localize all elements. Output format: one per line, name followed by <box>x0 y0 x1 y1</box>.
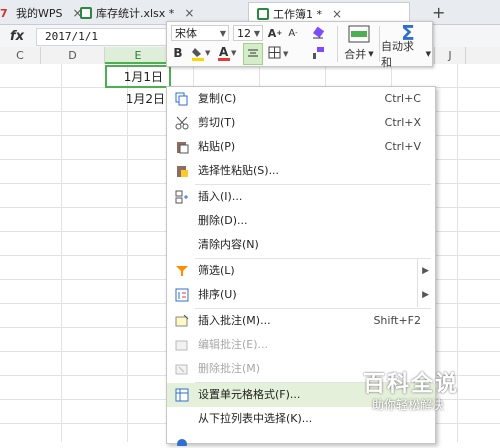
tab-my-wps[interactable]: 7 我的WPS × <box>0 2 83 24</box>
column-header-d[interactable]: D <box>41 47 105 64</box>
tab-label: 我的WPS <box>16 7 63 20</box>
watermark-subtitle: 助你轻松解决 <box>372 398 445 412</box>
svg-text:▼: ▼ <box>205 49 211 57</box>
autosum-label: 自动求和 <box>381 40 414 69</box>
tab-label: 库存统计.xlsx * <box>96 7 175 20</box>
menu-label: 插入批注(M)... <box>198 314 271 327</box>
decrease-font-icon[interactable]: A- <box>285 25 301 41</box>
merge-label: 合并 <box>344 48 367 61</box>
watermark-title: 百科全说 <box>363 372 460 397</box>
menu-label: 清除内容(N) <box>198 238 259 251</box>
column-header-c[interactable]: C <box>0 47 41 64</box>
format-painter-icon[interactable] <box>309 45 327 61</box>
add-tab-button[interactable]: + <box>432 3 445 22</box>
menu-item-sort[interactable]: 排序(U) ▶ <box>167 283 435 307</box>
chevron-down-icon: ▼ <box>219 29 226 38</box>
font-name-select[interactable]: 宋体 ▼ <box>171 25 229 41</box>
font-size-select[interactable]: 12 ▼ <box>233 25 263 41</box>
menu-item-partial[interactable] <box>167 431 435 446</box>
menu-label: 筛选(L) <box>198 264 235 277</box>
insert-cells-icon <box>175 190 189 204</box>
toolbar-divider <box>337 26 338 62</box>
column-header-e[interactable]: E <box>105 47 172 64</box>
merge-cells-icon[interactable] <box>343 24 375 44</box>
chevron-down-icon: ▼ <box>253 29 260 38</box>
menu-label: 粘贴(P) <box>198 140 236 153</box>
link-icon <box>175 434 189 448</box>
menu-item-edit-comment: 编辑批注(E)... <box>167 333 435 357</box>
svg-text:▼: ▼ <box>283 50 289 58</box>
format-cells-icon <box>175 388 189 402</box>
menu-shortcut: Shift+F2 <box>373 314 421 327</box>
font-name-value: 宋体 <box>175 27 197 40</box>
menu-shortcut: Ctrl+V <box>384 140 421 153</box>
menu-shortcut: Ctrl+C <box>384 92 421 105</box>
menu-label: 删除批注(M) <box>198 362 261 375</box>
menu-item-insert[interactable]: 插入(I)... <box>167 185 435 209</box>
menu-item-filter[interactable]: 筛选(L) ▶ <box>167 259 435 283</box>
close-icon[interactable]: × <box>184 6 194 20</box>
column-header-j[interactable]: J <box>434 47 466 64</box>
wps-logo-icon: 7 <box>0 7 8 20</box>
menu-label: 剪切(T) <box>198 116 236 129</box>
chevron-down-icon: ▼ <box>368 50 374 58</box>
comment-delete-icon <box>175 362 189 376</box>
menu-item-clear[interactable]: 清除内容(N) <box>167 233 435 257</box>
comment-edit-icon <box>175 338 189 352</box>
autosum-button[interactable]: 自动求和 ▼ <box>381 40 431 69</box>
menu-shortcut: Ctrl+X <box>384 116 421 129</box>
menu-item-copy[interactable]: 复制(C) Ctrl+C <box>167 87 435 111</box>
scissors-icon <box>175 116 189 130</box>
clear-format-icon[interactable] <box>309 25 327 41</box>
filter-icon <box>175 264 189 278</box>
menu-label: 从下拉列表中选择(K)... <box>198 412 313 425</box>
cell-e1[interactable]: 1月1日 <box>105 65 171 88</box>
copy-icon <box>175 92 189 106</box>
function-icon[interactable]: fx <box>0 25 34 47</box>
fill-color-icon[interactable]: ▼ <box>189 45 213 61</box>
menu-item-paste[interactable]: 粘贴(P) Ctrl+V <box>167 135 435 159</box>
chevron-right-icon: ▶ <box>422 266 429 276</box>
menu-label: 插入(I)... <box>198 190 243 203</box>
paste-icon <box>175 140 189 154</box>
border-icon[interactable]: ▼ <box>267 45 293 61</box>
cell-e2[interactable]: 1月2日 <box>105 89 171 109</box>
bold-icon[interactable]: B <box>171 45 185 61</box>
merge-button[interactable]: 合并 ▼ <box>339 47 379 61</box>
mini-toolbar: 宋体 ▼ 12 ▼ A + A- B ▼ A ▼ ▼ 合并 ▼ Σ 自动求和 ▼ <box>166 21 433 69</box>
menu-label: 复制(C) <box>198 92 237 105</box>
align-center-icon[interactable] <box>243 43 263 65</box>
close-icon[interactable]: × <box>332 7 342 21</box>
increase-font-icon[interactable]: A + <box>267 25 283 41</box>
menu-item-paste-special[interactable]: 选择性粘贴(S)... <box>167 159 435 183</box>
spreadsheet-icon <box>257 8 269 20</box>
menu-label: 删除(D)... <box>198 214 248 227</box>
menu-label: 选择性粘贴(S)... <box>198 164 280 177</box>
menu-item-cut[interactable]: 剪切(T) Ctrl+X <box>167 111 435 135</box>
tab-label: 工作簿1 * <box>273 8 322 21</box>
menu-item-insert-comment[interactable]: 插入批注(M)... Shift+F2 <box>167 309 435 333</box>
menu-label: 编辑批注(E)... <box>198 338 269 351</box>
submenu-divider <box>417 259 418 283</box>
toolbar-divider <box>379 26 380 62</box>
spreadsheet-icon <box>80 7 92 19</box>
font-color-icon[interactable]: A ▼ <box>215 45 239 61</box>
font-size-value: 12 <box>237 27 251 40</box>
chevron-down-icon: ▼ <box>425 50 431 58</box>
menu-label: 设置单元格格式(F)... <box>198 388 301 401</box>
chevron-right-icon: ▶ <box>422 290 429 300</box>
svg-text:A: A <box>219 45 229 59</box>
svg-text:▼: ▼ <box>231 49 237 57</box>
paste-special-icon <box>175 164 189 178</box>
submenu-divider <box>417 283 418 307</box>
comment-add-icon <box>175 314 189 328</box>
sort-icon <box>175 288 189 302</box>
menu-label: 排序(U) <box>198 288 237 301</box>
menu-item-delete[interactable]: 删除(D)... <box>167 209 435 233</box>
